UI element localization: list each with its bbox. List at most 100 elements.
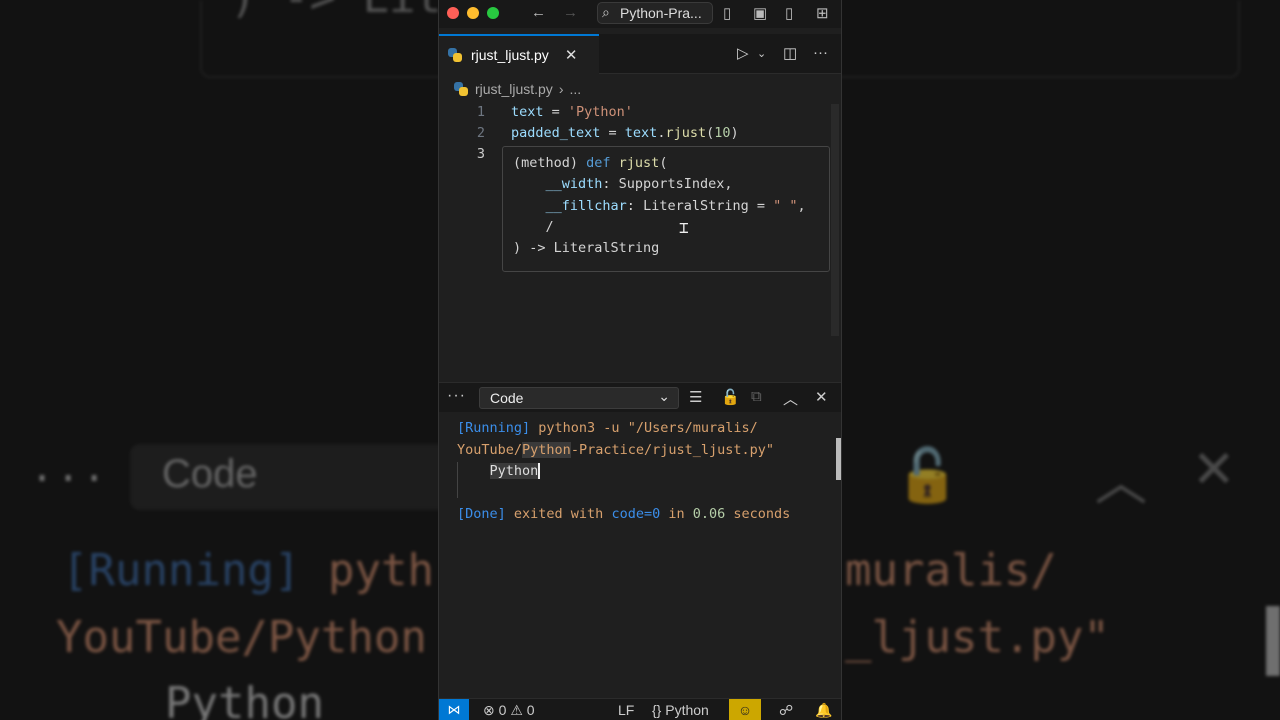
split-editor-icon[interactable]: ◫ xyxy=(783,44,797,62)
copilot-icon[interactable]: ☺ xyxy=(729,699,761,720)
tab-label: rjust_ljust.py xyxy=(471,47,549,63)
error-count: 0 xyxy=(498,702,507,718)
hover-return-type: LiteralString xyxy=(553,240,660,257)
close-panel-icon[interactable]: ✕ xyxy=(815,388,828,406)
more-actions-icon[interactable]: ··· xyxy=(813,44,828,61)
bg-chevron-up-icon: ︿ xyxy=(1095,454,1148,512)
token-op: = xyxy=(600,125,625,141)
token-paren: ) xyxy=(730,125,739,141)
braces-icon: {} xyxy=(652,702,662,718)
line-number: 1 xyxy=(476,104,485,120)
token-paren: ( xyxy=(706,125,715,141)
bg-running: [Running] xyxy=(62,545,301,596)
command-text: YouTube/ xyxy=(457,441,523,458)
hover-function: rjust xyxy=(610,155,660,171)
tab-bar: rjust_ljust.py ✕ ▷ ⌄ ◫ ··· xyxy=(439,34,841,74)
bg-python: Python xyxy=(165,678,324,720)
hover-string: " " xyxy=(773,197,798,214)
hover-tooltip: (method) def rjust( __width: SupportsInd… xyxy=(502,146,830,272)
remote-indicator-icon[interactable]: ⋈ xyxy=(439,699,469,720)
command-text: python3 -u "/Users/muralis/ xyxy=(530,420,758,436)
program-output: Python xyxy=(489,463,541,479)
warning-icon: ⚠ xyxy=(510,702,523,718)
close-tab-icon[interactable]: ✕ xyxy=(565,46,578,64)
toggle-panel-icon[interactable]: ▣ xyxy=(753,4,767,22)
open-output-editor-icon[interactable]: ⧉ xyxy=(751,388,762,405)
hover-text: = xyxy=(748,197,774,214)
search-icon: ⌕ xyxy=(602,4,610,20)
bg-code-text: ) -> Lite xyxy=(230,0,468,23)
notifications-bell-icon[interactable]: 🔔 xyxy=(815,702,832,719)
breadcrumb-more[interactable]: ... xyxy=(569,81,581,97)
minimize-window-button[interactable] xyxy=(467,7,479,19)
editor-scrollbar[interactable] xyxy=(831,104,839,336)
toggle-sidebar-icon[interactable]: ▯ xyxy=(723,4,731,22)
indent-guide xyxy=(457,462,458,498)
title-bar: ← → ⌕ Python-Pra... ▯ ▣ ▯ ⊞ xyxy=(439,0,841,28)
clear-output-icon[interactable]: ☰ xyxy=(689,388,702,406)
run-icon[interactable]: ▷ xyxy=(737,44,749,62)
done-text: exited with xyxy=(505,506,612,522)
eol-indicator[interactable]: LF xyxy=(618,702,634,718)
bg-youtube: YouTube/Python xyxy=(56,612,427,663)
forward-arrow-icon[interactable]: → xyxy=(563,4,578,21)
token-method: rjust xyxy=(665,125,707,141)
panel-more-icon[interactable]: ··· xyxy=(447,387,466,405)
lock-scroll-icon[interactable]: 🔓 xyxy=(721,388,740,406)
bg-muralis: muralis/ xyxy=(845,545,1057,596)
output-panel-toolbar: ··· Code ⌄ ☰ 🔓 ⧉ ︿ ✕ xyxy=(439,382,841,412)
code-line-2[interactable]: padded_text = text.rjust(10) xyxy=(511,125,739,141)
command-text: -Practice/rjust_ljust.py" xyxy=(570,441,775,458)
bg-ljust: _ljust.py" xyxy=(845,612,1110,663)
toggle-secondary-sidebar-icon[interactable]: ▯ xyxy=(785,4,793,22)
video-frame: ) -> Lite ··· Code [Running] pyth murali… xyxy=(0,0,1280,720)
token-obj: text xyxy=(624,125,658,141)
done-text: seconds xyxy=(725,506,791,522)
select-value: Code xyxy=(490,390,524,406)
maximize-window-button[interactable] xyxy=(487,7,499,19)
tab-rjust-ljust[interactable]: rjust_ljust.py ✕ xyxy=(439,34,599,74)
code-editor[interactable]: 1 text = 'Python' 2 padded_text = text.r… xyxy=(439,100,841,380)
problems-indicator[interactable]: ⊗ 0 ⚠ 0 xyxy=(483,702,535,719)
hover-type: SupportsIndex xyxy=(618,176,725,193)
output-log[interactable]: [Running] python3 -u "/Users/muralis/ Yo… xyxy=(457,418,837,526)
bg-scrollbar xyxy=(1266,606,1280,676)
hover-param: __fillchar xyxy=(513,197,627,214)
token-var: padded_text xyxy=(511,125,601,141)
output-scrollbar[interactable] xyxy=(836,438,841,480)
command-text-highlight: Python xyxy=(522,441,571,458)
python-file-icon xyxy=(453,81,469,97)
hover-text: ( xyxy=(659,155,668,171)
feedback-icon[interactable]: ☍ xyxy=(779,702,793,719)
hover-text: (method) xyxy=(513,155,587,171)
hover-text: : xyxy=(626,197,644,214)
done-tag: [Done] xyxy=(457,506,506,522)
error-icon: ⊗ xyxy=(483,702,495,718)
warning-count: 0 xyxy=(526,702,535,718)
maximize-panel-icon[interactable]: ︿ xyxy=(783,388,798,409)
output-channel-select[interactable]: Code ⌄ xyxy=(479,387,679,409)
bg-pyth: pyth xyxy=(328,545,434,596)
hover-text: , xyxy=(797,197,806,214)
code-line-1[interactable]: text = 'Python' xyxy=(511,104,633,120)
customize-layout-icon[interactable]: ⊞ xyxy=(816,4,829,22)
breadcrumb-file[interactable]: rjust_ljust.py xyxy=(475,81,553,97)
hover-text: , xyxy=(724,176,733,193)
language-indicator[interactable]: {} Python xyxy=(652,702,709,718)
hover-text: ) -> xyxy=(513,240,554,257)
language-label: Python xyxy=(665,702,709,718)
result-padding xyxy=(457,463,490,479)
line-number-active: 3 xyxy=(476,146,485,162)
bg-dots: ··· xyxy=(30,456,109,502)
hover-param: __width xyxy=(513,176,603,193)
hover-text: : xyxy=(602,176,619,193)
run-dropdown-icon[interactable]: ⌄ xyxy=(757,47,766,60)
search-text: Python-Pra... xyxy=(620,5,702,21)
back-arrow-icon[interactable]: ← xyxy=(531,4,546,21)
close-window-button[interactable] xyxy=(447,7,459,19)
token-number: 10 xyxy=(714,125,731,141)
token-op: = xyxy=(543,104,568,120)
mouse-ibeam-cursor: ⌶ xyxy=(679,218,689,237)
bg-close-icon: ✕ xyxy=(1192,441,1236,499)
command-center-search[interactable]: ⌕ Python-Pra... xyxy=(597,2,713,24)
